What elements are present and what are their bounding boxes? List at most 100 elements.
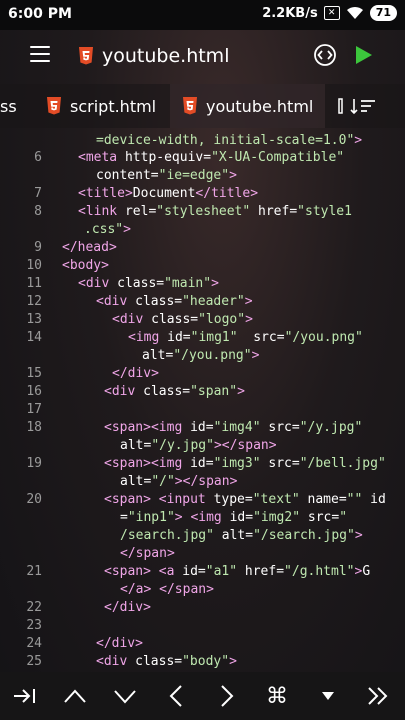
battery-level: 71 <box>369 5 397 21</box>
triangle-down-button[interactable] <box>303 672 353 720</box>
code-text: <div class="body"> <box>96 654 237 669</box>
code-token: =device-width, initial-scale=1.0" <box>96 133 355 148</box>
code-line[interactable]: .css"> <box>0 222 405 240</box>
code-line[interactable]: 13 <div class="logo"> <box>0 312 405 330</box>
code-text: </head> <box>62 240 117 255</box>
code-token: </div> <box>112 366 159 381</box>
code-line[interactable]: /search.jpg" alt="/search.jpg"> <box>0 528 405 546</box>
run-play-icon[interactable] <box>355 45 373 65</box>
code-token: "/bell.jpg" <box>299 456 386 471</box>
code-line[interactable]: 20 <span> <input type="text" name="" id <box>0 492 405 510</box>
code-text: content="ie=edge"> <box>96 168 237 183</box>
code-token: <span><img <box>104 420 191 435</box>
code-line[interactable]: 25 <div class="body"> <box>0 654 405 672</box>
code-token: "text" <box>252 492 300 507</box>
code-text: <title>Document</title> <box>78 186 258 201</box>
sim-off-icon: ✕ <box>323 6 340 20</box>
code-token: G <box>362 564 371 579</box>
code-line[interactable]: 19 <span><img id="img3" src="/bell.jpg" <box>0 456 405 474</box>
code-token: " <box>339 510 348 525</box>
code-line[interactable]: </a> </span> <box>0 582 405 600</box>
code-token: class= <box>143 384 191 399</box>
bottom-toolbar: ⌘ <box>0 672 405 720</box>
code-text: alt="/you.png"> <box>142 348 259 363</box>
code-line[interactable]: 22 </div> <box>0 600 405 618</box>
code-token: "style1 <box>297 204 352 219</box>
code-line[interactable]: 9 </head> <box>0 240 405 258</box>
code-token: "header" <box>182 294 245 309</box>
code-line[interactable]: 24 </div> <box>0 636 405 654</box>
line-number: 22 <box>26 600 42 615</box>
code-token: "main" <box>164 276 212 291</box>
code-text: <span><img id="img3" src="/bell.jpg" <box>104 456 386 471</box>
line-number: 8 <box>34 204 42 219</box>
caret-up-button[interactable] <box>50 672 100 720</box>
code-token: > <box>211 276 219 291</box>
network-speed: 2.2KB/s <box>262 5 318 21</box>
tab-style[interactable]: ss <box>0 84 30 128</box>
tab-label: script.html <box>70 96 157 116</box>
line-number: 15 <box>26 366 42 381</box>
tab-indent-button[interactable] <box>0 672 50 720</box>
code-text: <span> <input type="text" name="" id <box>104 492 386 507</box>
code-token: id= <box>190 456 214 471</box>
code-token: </div> <box>96 636 143 651</box>
code-line[interactable]: 8 <link rel="stylesheet" href="style1 <box>0 204 405 222</box>
file-title: youtube.html <box>102 45 230 67</box>
code-token: </title> <box>195 186 259 201</box>
code-line[interactable]: 14 <img id="img1" src="/you.png" <box>0 330 405 348</box>
code-token: <body> <box>62 258 109 273</box>
code-line[interactable]: 15 </div> <box>0 366 405 384</box>
code-editor[interactable]: =device-width, initial-scale=1.0"> 6 <meta… <box>0 130 405 672</box>
code-text: /search.jpg" alt="/search.jpg"> <box>120 528 363 543</box>
code-token: "img3" <box>213 456 261 471</box>
code-line[interactable]: 18 <span><img id="img4" src="/y.jpg" <box>0 420 405 438</box>
code-token: class= <box>151 312 199 327</box>
code-line[interactable]: alt="/"></span> <box>0 474 405 492</box>
clock: 6:00 PM <box>8 6 72 22</box>
command-button[interactable]: ⌘ <box>252 672 302 720</box>
code-line[interactable]: ="inp1"> <img id="img2" src=" <box>0 510 405 528</box>
code-token: > <box>245 312 253 327</box>
code-token: id= <box>190 420 214 435</box>
hamburger-menu-icon[interactable] <box>30 46 50 62</box>
code-token: rel= <box>124 204 157 219</box>
code-line[interactable]: 6 <meta http-equiv="X-UA-Compatible" <box>0 150 405 168</box>
code-preview-icon[interactable] <box>313 43 337 67</box>
code-line[interactable]: 10 <body> <box>0 258 405 276</box>
code-token: "logo" <box>198 312 246 327</box>
code-line[interactable]: 11 <div class="main"> <box>0 276 405 294</box>
code-token: "stylesheet" <box>156 204 251 219</box>
tab-label: youtube.html <box>206 96 314 116</box>
caret-down-button[interactable] <box>100 672 150 720</box>
code-line[interactable]: </span> <box>0 546 405 564</box>
double-angle-right-button[interactable] <box>353 672 403 720</box>
code-token: type= <box>213 492 253 507</box>
code-line[interactable]: 21 <span> <a id="a1" href="/g.html">G <box>0 564 405 582</box>
double-chevron-right-icon <box>368 687 388 705</box>
code-line[interactable]: 7 <title>Document</title> <box>0 186 405 204</box>
code-line[interactable]: 12 <div class="header"> <box>0 294 405 312</box>
code-line[interactable]: alt="/you.png"> <box>0 348 405 366</box>
code-line[interactable]: 16 <div class="span"> <box>0 384 405 402</box>
code-text: <div class="header"> <box>96 294 253 309</box>
line-number: 18 <box>26 420 42 435</box>
code-token: > <box>244 294 253 309</box>
code-text: </div> <box>112 366 159 381</box>
angle-right-button[interactable] <box>202 672 252 720</box>
code-line[interactable]: =device-width, initial-scale=1.0"> <box>0 133 405 151</box>
code-token: "/search.jpg" <box>253 528 355 543</box>
tab-youtube[interactable]: youtube.html <box>170 84 325 128</box>
code-line[interactable]: 17 <box>0 402 405 420</box>
code-text: </div> <box>104 600 151 615</box>
angle-left-button[interactable] <box>151 672 201 720</box>
code-text: </span> <box>120 546 175 561</box>
code-token: </div> <box>104 600 151 615</box>
tabs-sort-menu-icon[interactable] <box>338 96 378 116</box>
code-token: "X-UA-Compatible" <box>211 150 345 165</box>
code-line[interactable]: content="ie=edge"> <box>0 168 405 186</box>
code-line[interactable]: 23 <box>0 618 405 636</box>
tab-script[interactable]: script.html <box>36 84 164 128</box>
code-line[interactable]: alt="/y.jpg"></span> <box>0 438 405 456</box>
code-token: content= <box>96 168 159 183</box>
